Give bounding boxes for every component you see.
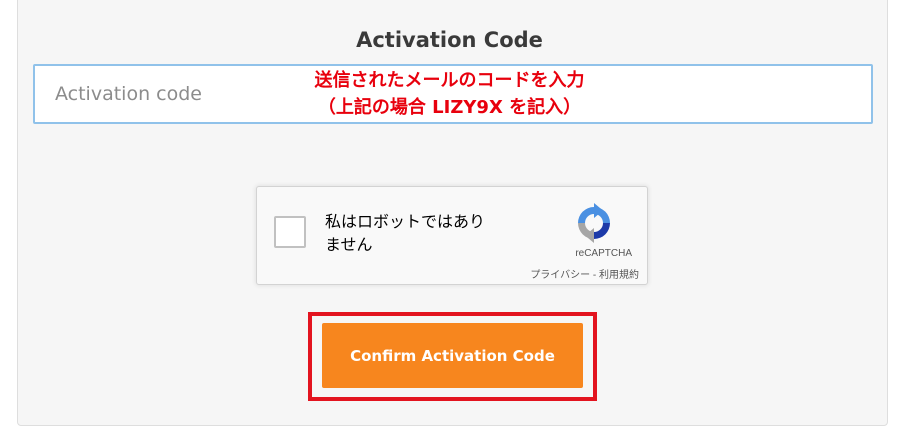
activation-code-input[interactable]	[35, 66, 871, 122]
confirm-activation-code-button[interactable]: Confirm Activation Code	[322, 323, 583, 388]
recaptcha-widget: 私はロボットではあり ません reCAPTCHA プライバシー - 利用規約	[256, 186, 648, 285]
recaptcha-privacy-terms-links[interactable]: プライバシー - 利用規約	[530, 266, 639, 281]
recaptcha-label-line-2: ません	[325, 235, 373, 254]
recaptcha-label: 私はロボットではあり ません	[325, 210, 525, 256]
activation-code-heading: Activation Code	[356, 28, 543, 52]
recaptcha-checkbox[interactable]	[274, 216, 306, 248]
activation-code-field[interactable]	[33, 64, 873, 124]
recaptcha-logo-icon	[578, 203, 610, 243]
recaptcha-label-line-1: 私はロボットではあり	[325, 212, 486, 231]
recaptcha-brand-text: reCAPTCHA	[575, 248, 632, 259]
